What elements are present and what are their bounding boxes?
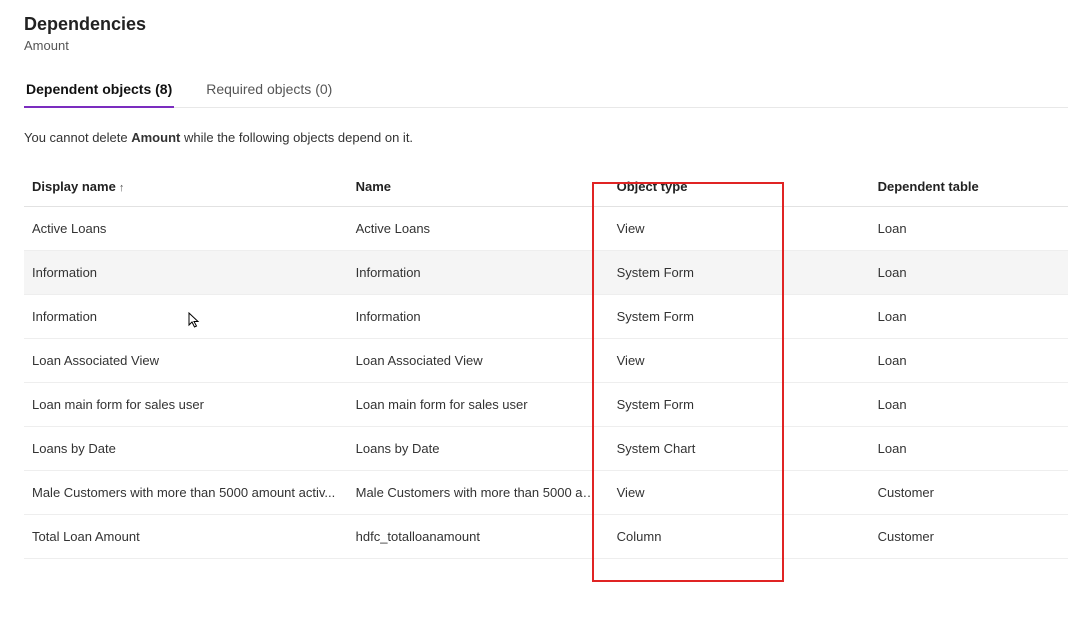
cell-dependent-table: Loan	[870, 251, 1068, 295]
tabs-bar: Dependent objects (8) Required objects (…	[24, 73, 1068, 108]
table-row[interactable]: InformationInformationSystem FormLoan	[24, 295, 1068, 339]
cell-display-name: Information	[24, 251, 348, 295]
cell-object-type: View	[609, 471, 870, 515]
table-row[interactable]: Loans by DateLoans by DateSystem ChartLo…	[24, 427, 1068, 471]
cell-dependent-table: Customer	[870, 515, 1068, 559]
cell-dependent-table: Loan	[870, 339, 1068, 383]
cell-display-name: Total Loan Amount	[24, 515, 348, 559]
cell-display-name: Loan main form for sales user	[24, 383, 348, 427]
cell-name: Active Loans	[348, 207, 609, 251]
cell-name: Male Customers with more than 5000 am...	[348, 471, 609, 515]
warning-prefix: You cannot delete	[24, 130, 131, 145]
cell-display-name: Male Customers with more than 5000 amoun…	[24, 471, 348, 515]
delete-warning-text: You cannot delete Amount while the follo…	[24, 130, 1068, 145]
cell-dependent-table: Loan	[870, 427, 1068, 471]
cell-dependent-table: Loan	[870, 295, 1068, 339]
cell-display-name: Active Loans	[24, 207, 348, 251]
table-header-row: Display name↑ Name Object type Dependent…	[24, 171, 1068, 207]
cell-dependent-table: Loan	[870, 383, 1068, 427]
col-header-label: Display name	[32, 179, 116, 194]
cell-object-type: System Form	[609, 295, 870, 339]
cell-name: Information	[348, 295, 609, 339]
col-header-display-name[interactable]: Display name↑	[24, 171, 348, 207]
tab-required-objects[interactable]: Required objects (0)	[204, 73, 334, 107]
page-title: Dependencies	[24, 14, 1068, 35]
cell-object-type: System Form	[609, 251, 870, 295]
table-row[interactable]: Total Loan Amounthdfc_totalloanamountCol…	[24, 515, 1068, 559]
cell-display-name: Loans by Date	[24, 427, 348, 471]
col-header-name[interactable]: Name	[348, 171, 609, 207]
cell-dependent-table: Loan	[870, 207, 1068, 251]
tab-dependent-objects[interactable]: Dependent objects (8)	[24, 73, 174, 107]
table-row[interactable]: Loan Associated ViewLoan Associated View…	[24, 339, 1068, 383]
cell-display-name: Loan Associated View	[24, 339, 348, 383]
col-header-object-type[interactable]: Object type	[609, 171, 870, 207]
table-row[interactable]: Male Customers with more than 5000 amoun…	[24, 471, 1068, 515]
cell-name: Loan Associated View	[348, 339, 609, 383]
cell-object-type: Column	[609, 515, 870, 559]
col-header-dependent-table[interactable]: Dependent table	[870, 171, 1068, 207]
cell-display-name: Information	[24, 295, 348, 339]
warning-entity-name: Amount	[131, 130, 180, 145]
cell-object-type: View	[609, 207, 870, 251]
cell-name: Loan main form for sales user	[348, 383, 609, 427]
cell-object-type: View	[609, 339, 870, 383]
table-row[interactable]: Loan main form for sales userLoan main f…	[24, 383, 1068, 427]
cell-name: Loans by Date	[348, 427, 609, 471]
cell-name: hdfc_totalloanamount	[348, 515, 609, 559]
cell-name: Information	[348, 251, 609, 295]
sort-ascending-icon: ↑	[119, 182, 125, 194]
table-row[interactable]: InformationInformationSystem FormLoan	[24, 251, 1068, 295]
warning-suffix: while the following objects depend on it…	[180, 130, 413, 145]
dependencies-table: Display name↑ Name Object type Dependent…	[24, 171, 1068, 559]
cell-object-type: System Form	[609, 383, 870, 427]
page-subtitle: Amount	[24, 38, 1068, 53]
cell-object-type: System Chart	[609, 427, 870, 471]
table-wrapper: Display name↑ Name Object type Dependent…	[24, 171, 1068, 559]
cell-dependent-table: Customer	[870, 471, 1068, 515]
table-row[interactable]: Active LoansActive LoansViewLoan	[24, 207, 1068, 251]
